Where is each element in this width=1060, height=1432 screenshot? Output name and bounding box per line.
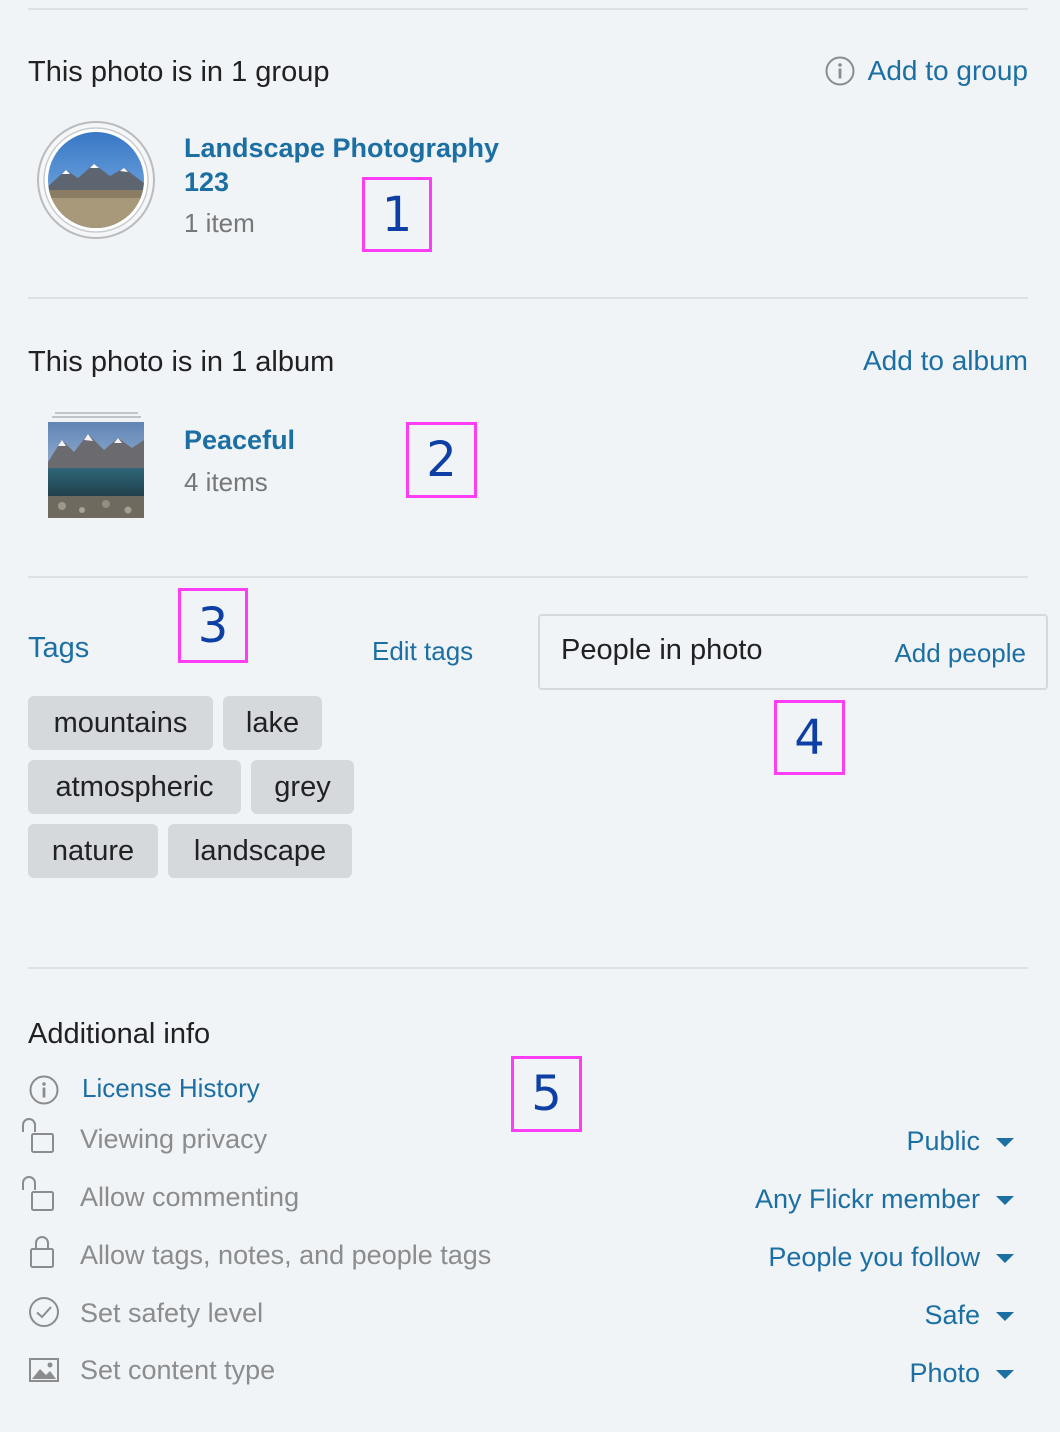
unlock-icon bbox=[20, 1176, 56, 1212]
safety-level-dropdown[interactable]: Safe bbox=[924, 1300, 980, 1331]
safety-level-label: Set safety level bbox=[80, 1298, 264, 1328]
viewing-privacy-dropdown[interactable]: Public bbox=[906, 1126, 980, 1157]
check-circle-icon bbox=[28, 1296, 60, 1328]
license-history-link[interactable]: License History bbox=[82, 1073, 260, 1104]
tag-chip[interactable]: grey bbox=[251, 760, 354, 814]
tag-chip[interactable]: landscape bbox=[168, 824, 352, 878]
chevron-down-icon[interactable] bbox=[996, 1196, 1014, 1205]
content-type-dropdown[interactable]: Photo bbox=[909, 1358, 980, 1389]
info-icon bbox=[28, 1074, 60, 1106]
tags-heading[interactable]: Tags bbox=[28, 632, 89, 665]
album-item-count: 4 items bbox=[184, 467, 268, 497]
group-name-line2: 123 bbox=[184, 167, 230, 197]
allow-tags-dropdown[interactable]: People you follow bbox=[768, 1242, 980, 1273]
annotation-marker-4: 4 bbox=[774, 700, 845, 775]
people-heading: People in photo bbox=[561, 634, 763, 666]
annotation-marker-5: 5 bbox=[511, 1056, 582, 1132]
album-thumbnail[interactable] bbox=[48, 410, 144, 518]
tag-chip[interactable]: nature bbox=[28, 824, 158, 878]
info-icon bbox=[824, 55, 856, 87]
divider bbox=[28, 967, 1028, 969]
allow-commenting-label: Allow commenting bbox=[80, 1182, 300, 1212]
annotation-marker-1: 1 bbox=[362, 177, 432, 252]
chevron-down-icon[interactable] bbox=[996, 1254, 1014, 1263]
group-item-count: 1 item bbox=[184, 208, 255, 238]
divider bbox=[28, 576, 1028, 578]
group-name-line1: Landscape Photography bbox=[184, 133, 500, 163]
tag-chip[interactable]: mountains bbox=[28, 696, 213, 750]
add-to-group-label: Add to group bbox=[867, 55, 1028, 86]
people-in-photo-panel: People in photo Add people bbox=[538, 614, 1048, 690]
group-avatar[interactable] bbox=[36, 120, 156, 240]
lock-icon bbox=[28, 1234, 58, 1270]
album-name-link[interactable]: Peaceful bbox=[184, 425, 295, 456]
add-to-album-button[interactable]: Add to album bbox=[863, 345, 1028, 377]
tag-chip[interactable]: lake bbox=[223, 696, 322, 750]
group-name-link[interactable]: Landscape Photography 123 bbox=[184, 131, 499, 199]
tag-chip[interactable]: atmospheric bbox=[28, 760, 241, 814]
viewing-privacy-label: Viewing privacy bbox=[80, 1124, 268, 1154]
edit-tags-button[interactable]: Edit tags bbox=[372, 636, 473, 667]
content-type-label: Set content type bbox=[80, 1355, 276, 1385]
annotation-marker-2: 2 bbox=[406, 422, 477, 498]
chevron-down-icon[interactable] bbox=[996, 1370, 1014, 1379]
divider bbox=[28, 297, 1028, 299]
annotation-marker-3: 3 bbox=[178, 588, 248, 663]
add-people-button[interactable]: Add people bbox=[894, 638, 1026, 669]
add-to-group-button[interactable]: Add to group bbox=[824, 55, 1028, 87]
chevron-down-icon[interactable] bbox=[996, 1312, 1014, 1321]
groups-heading: This photo is in 1 group bbox=[28, 56, 330, 88]
divider bbox=[28, 8, 1028, 10]
albums-heading: This photo is in 1 album bbox=[28, 346, 335, 378]
image-icon bbox=[28, 1356, 60, 1384]
chevron-down-icon[interactable] bbox=[996, 1138, 1014, 1147]
unlock-icon bbox=[20, 1118, 56, 1154]
allow-tags-label: Allow tags, notes, and people tags bbox=[80, 1240, 492, 1270]
allow-commenting-dropdown[interactable]: Any Flickr member bbox=[755, 1184, 980, 1215]
additional-info-heading: Additional info bbox=[28, 1018, 211, 1050]
